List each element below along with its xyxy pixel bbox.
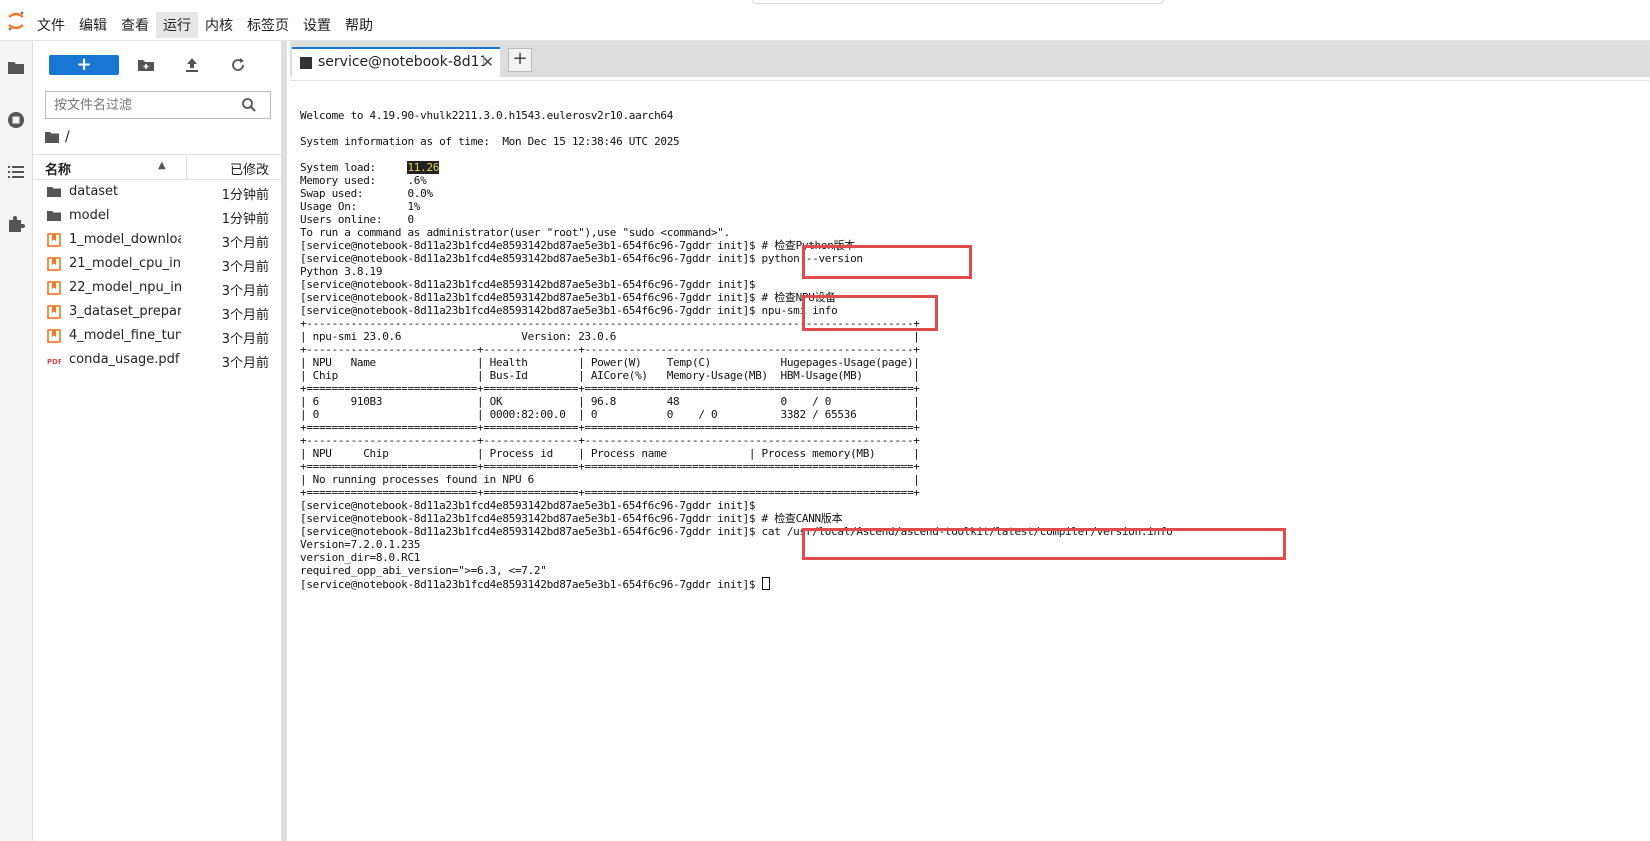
terminal-text-intro: Welcome to 4.19.90-vhulk2211.3.0.h1543.e… bbox=[300, 109, 680, 174]
menubar: 文件 编辑 查看 运行 内核 标签页 设置 帮助 bbox=[0, 0, 1650, 41]
extension-icon[interactable] bbox=[6, 214, 26, 234]
file-list-header: 名称 ▲ 已修改 bbox=[33, 154, 281, 180]
svg-text:PDF: PDF bbox=[47, 358, 61, 366]
file-name: 1_model_download.ipynb bbox=[69, 232, 181, 247]
menu-edit[interactable]: 编辑 bbox=[72, 12, 114, 38]
new-folder-icon[interactable] bbox=[137, 56, 155, 74]
panel-splitter[interactable] bbox=[281, 41, 287, 841]
file-name: dataset bbox=[69, 184, 119, 199]
activity-bar bbox=[0, 41, 33, 841]
file-modified: 1分钟前 bbox=[221, 212, 269, 227]
annotation-box-cann bbox=[802, 528, 1286, 560]
breadcrumb: / bbox=[45, 129, 70, 145]
menu-run[interactable]: 运行 bbox=[156, 12, 198, 38]
notebook-icon bbox=[47, 257, 61, 271]
menu-help[interactable]: 帮助 bbox=[338, 12, 380, 38]
notebook-icon bbox=[47, 281, 61, 295]
menu-file[interactable]: 文件 bbox=[30, 12, 72, 38]
folder-icon bbox=[47, 211, 61, 221]
list-item[interactable]: 21_model_cpu_inference.ipynb 3个月前 bbox=[33, 252, 281, 276]
tab-label: service@notebook-8d11a23b1fcd4e8593142bd… bbox=[318, 54, 484, 70]
list-item[interactable]: model 1分钟前 bbox=[33, 204, 281, 228]
file-modified: 1分钟前 bbox=[221, 188, 269, 203]
terminal-output[interactable]: Welcome to 4.19.90-vhulk2211.3.0.h1543.e… bbox=[300, 109, 1173, 591]
close-icon[interactable]: ✕ bbox=[481, 53, 494, 71]
add-tab-button[interactable]: + bbox=[508, 48, 532, 72]
list-item[interactable]: dataset 1分钟前 bbox=[33, 180, 281, 204]
file-browser: + / 名称 ▲ 已修改 dataset 1分钟前 model 1分钟前 bbox=[33, 41, 281, 841]
list-item[interactable]: PDF conda_usage.pdf 3个月前 bbox=[33, 348, 281, 372]
file-name: 4_model_fine_tuning.ipynb bbox=[69, 328, 181, 343]
file-modified: 3个月前 bbox=[221, 260, 269, 275]
running-icon[interactable] bbox=[6, 110, 26, 130]
notebook-icon bbox=[47, 233, 61, 247]
breadcrumb-root[interactable]: / bbox=[65, 129, 70, 145]
file-name: 22_model_npu_inference.ipynb bbox=[69, 280, 181, 295]
menu-view[interactable]: 查看 bbox=[114, 12, 156, 38]
list-item[interactable]: 22_model_npu_inference.ipynb 3个月前 bbox=[33, 276, 281, 300]
list-item[interactable]: 4_model_fine_tuning.ipynb 3个月前 bbox=[33, 324, 281, 348]
file-modified: 3个月前 bbox=[221, 284, 269, 299]
terminal-icon bbox=[300, 57, 312, 69]
menu-settings[interactable]: 设置 bbox=[296, 12, 338, 38]
file-name: conda_usage.pdf bbox=[69, 352, 180, 367]
file-modified: 3个月前 bbox=[221, 236, 269, 251]
pdf-icon: PDF bbox=[47, 358, 61, 366]
file-modified: 3个月前 bbox=[221, 332, 269, 347]
column-name[interactable]: 名称 bbox=[45, 159, 71, 178]
file-name: 3_dataset_preparation.ipynb bbox=[69, 304, 181, 319]
list-item[interactable]: 1_model_download.ipynb 3个月前 bbox=[33, 228, 281, 252]
file-modified: 3个月前 bbox=[221, 308, 269, 323]
column-divider[interactable] bbox=[186, 155, 187, 179]
sort-ascending-icon: ▲ bbox=[158, 160, 166, 171]
folder-icon bbox=[47, 187, 61, 197]
file-list: dataset 1分钟前 model 1分钟前 1_model_download… bbox=[33, 180, 281, 372]
folder-icon[interactable] bbox=[45, 131, 59, 143]
menu-kernel[interactable]: 内核 bbox=[198, 12, 240, 38]
tab-terminal[interactable]: service@notebook-8d11a23b1fcd4e8593142bd… bbox=[292, 47, 500, 77]
terminal-cursor[interactable] bbox=[761, 577, 770, 590]
upload-icon[interactable] bbox=[183, 56, 201, 74]
list-item[interactable]: 3_dataset_preparation.ipynb 3个月前 bbox=[33, 300, 281, 324]
annotation-box-npu bbox=[802, 295, 938, 331]
top-search-strip bbox=[752, 0, 1164, 4]
file-modified: 3个月前 bbox=[221, 356, 269, 371]
toc-icon[interactable] bbox=[6, 162, 26, 182]
new-launcher-button[interactable]: + bbox=[49, 55, 119, 75]
menu-tabs[interactable]: 标签页 bbox=[240, 12, 296, 38]
load-value-highlight: 11.26 bbox=[407, 161, 440, 174]
folder-icon[interactable] bbox=[6, 58, 26, 78]
dock-tab-bar: service@notebook-8d11a23b1fcd4e8593142bd… bbox=[290, 41, 1650, 77]
search-icon bbox=[242, 98, 256, 112]
file-filter-input[interactable] bbox=[45, 91, 271, 119]
notebook-icon bbox=[47, 329, 61, 343]
jupyter-logo-icon[interactable] bbox=[6, 10, 26, 32]
notebook-icon bbox=[47, 305, 61, 319]
file-name: model bbox=[69, 208, 110, 223]
refresh-icon[interactable] bbox=[229, 56, 247, 74]
file-name: 21_model_cpu_inference.ipynb bbox=[69, 256, 181, 271]
main-menu: 文件 编辑 查看 运行 内核 标签页 设置 帮助 bbox=[30, 12, 380, 38]
tab-toolbar-divider bbox=[290, 77, 1650, 81]
annotation-box-python bbox=[802, 245, 972, 279]
column-modified[interactable]: 已修改 bbox=[230, 159, 269, 178]
